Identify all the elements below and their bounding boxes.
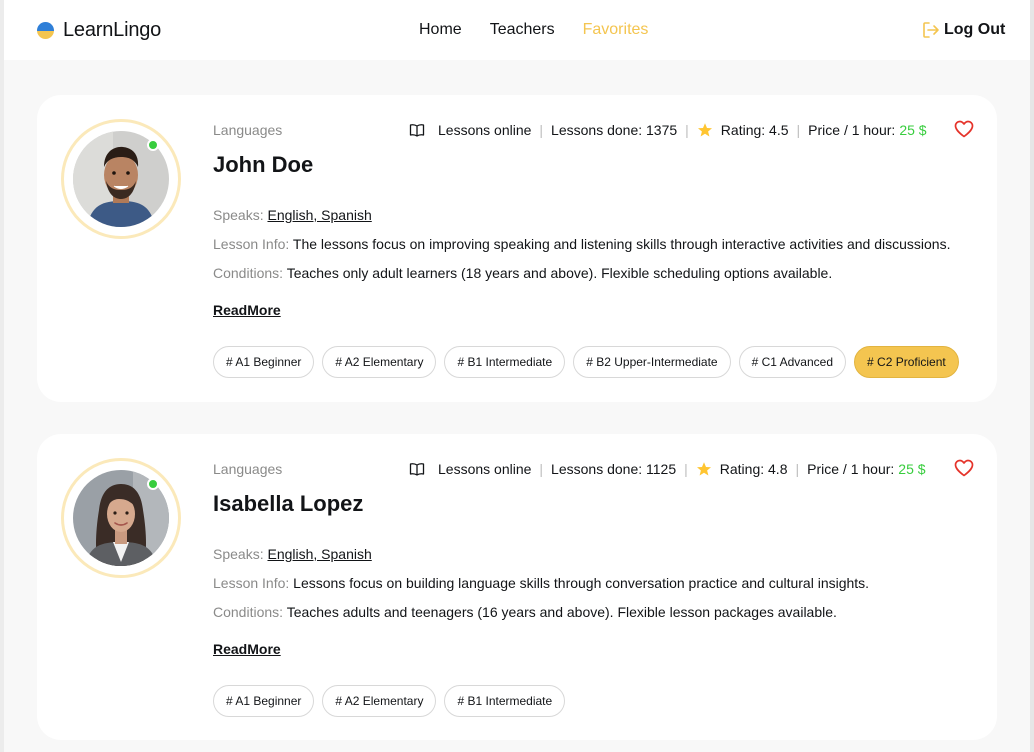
- level-tag-b2[interactable]: # B2 Upper-Intermediate: [573, 346, 731, 378]
- conditions-value: Teaches only adult learners (18 years an…: [286, 265, 833, 281]
- price-value: 25 $: [898, 461, 926, 477]
- lesson-info-value: Lessons focus on building language skill…: [293, 575, 870, 591]
- logo[interactable]: LearnLingo: [37, 19, 161, 42]
- nav-teachers[interactable]: Teachers: [490, 21, 555, 39]
- favorite-heart-icon[interactable]: [954, 120, 974, 138]
- speaks-label: Speaks:: [213, 207, 264, 223]
- speaks-value: English, Spanish: [267, 546, 372, 562]
- window-scrollbar-track[interactable]: [1030, 0, 1034, 752]
- conditions-row: Conditions: Teaches only adult learners …: [213, 265, 832, 281]
- avatar-ring: [61, 119, 181, 239]
- conditions-label: Conditions:: [213, 265, 284, 281]
- speaks-row: Speaks: English, Spanish: [213, 546, 372, 562]
- ukraine-flag-icon: [37, 22, 54, 39]
- teacher-name: Isabella Lopez: [213, 491, 364, 516]
- lessons-online-text: Lessons online: [438, 461, 532, 477]
- rating-text: Rating: 4.5: [720, 122, 789, 138]
- level-tag-a2[interactable]: # A2 Elementary: [322, 346, 437, 378]
- teacher-card: Languages John Doe Lessons online | Less…: [37, 95, 997, 402]
- logout-label: Log Out: [944, 21, 1006, 38]
- level-tag-b1[interactable]: # B1 Intermediate: [444, 685, 566, 717]
- lessons-online-text: Lessons online: [438, 122, 532, 138]
- star-icon: [696, 461, 712, 477]
- teacher-stats: Lessons online | Lessons done: 1375 | Ra…: [409, 122, 927, 138]
- conditions-label: Conditions:: [213, 604, 284, 620]
- languages-label: Languages: [213, 122, 283, 138]
- teacher-card: Languages Isabella Lopez Lessons online …: [37, 434, 997, 740]
- nav-home[interactable]: Home: [419, 21, 462, 39]
- level-tag-a1[interactable]: # A1 Beginner: [213, 685, 315, 717]
- speaks-row: Speaks: English, Spanish: [213, 207, 372, 223]
- book-open-icon: [409, 461, 425, 477]
- languages-label: Languages: [213, 461, 283, 477]
- online-status-dot: [147, 139, 159, 151]
- logout-icon: [923, 22, 939, 38]
- level-tag-a2[interactable]: # A2 Elementary: [322, 685, 437, 717]
- lesson-info-label: Lesson Info:: [213, 575, 290, 591]
- read-more-link[interactable]: ReadMore: [213, 302, 281, 318]
- lesson-info-label: Lesson Info:: [213, 236, 290, 252]
- conditions-value: Teaches adults and teenagers (16 years a…: [286, 604, 837, 620]
- nav-favorites[interactable]: Favorites: [583, 21, 649, 39]
- teacher-stats: Lessons online | Lessons done: 1125 | Ra…: [409, 461, 926, 477]
- book-open-icon: [409, 122, 425, 138]
- level-tag-b1[interactable]: # B1 Intermediate: [444, 346, 566, 378]
- online-status-dot: [147, 478, 159, 490]
- level-tag-c1[interactable]: # C1 Advanced: [738, 346, 847, 378]
- main-nav: Home Teachers Favorites: [419, 21, 648, 39]
- rating-text: Rating: 4.8: [719, 461, 788, 477]
- logout-button[interactable]: Log Out: [921, 20, 1005, 40]
- speaks-value: English, Spanish: [267, 207, 372, 223]
- lessons-done-text: Lessons done: 1375: [551, 122, 678, 138]
- avatar-ring: [61, 458, 181, 578]
- level-tags: # A1 Beginner # A2 Elementary # B1 Inter…: [213, 685, 566, 717]
- conditions-row: Conditions: Teaches adults and teenagers…: [213, 604, 837, 620]
- lessons-done-text: Lessons done: 1125: [551, 461, 677, 477]
- site-header: LearnLingo Home Teachers Favorites Log O…: [4, 0, 1030, 60]
- lesson-info-row: Lesson Info: Lessons focus on building l…: [213, 575, 869, 591]
- level-tags: # A1 Beginner # A2 Elementary # B1 Inter…: [213, 346, 959, 378]
- lesson-info-value: The lessons focus on improving speaking …: [292, 236, 951, 252]
- teacher-name: John Doe: [213, 152, 314, 177]
- read-more-link[interactable]: ReadMore: [213, 641, 281, 657]
- level-tag-c2[interactable]: # C2 Proficient: [854, 346, 959, 378]
- price-label: Price / 1 hour:: [807, 461, 895, 477]
- price-value: 25 $: [899, 122, 927, 138]
- logo-text: LearnLingo: [63, 19, 162, 41]
- price-label: Price / 1 hour:: [808, 122, 896, 138]
- window-frame-left: [0, 0, 4, 752]
- speaks-label: Speaks:: [213, 546, 264, 562]
- level-tag-a1[interactable]: # A1 Beginner: [213, 346, 315, 378]
- star-icon: [697, 122, 713, 138]
- lesson-info-row: Lesson Info: The lessons focus on improv…: [213, 236, 950, 252]
- favorite-heart-icon[interactable]: [954, 459, 974, 477]
